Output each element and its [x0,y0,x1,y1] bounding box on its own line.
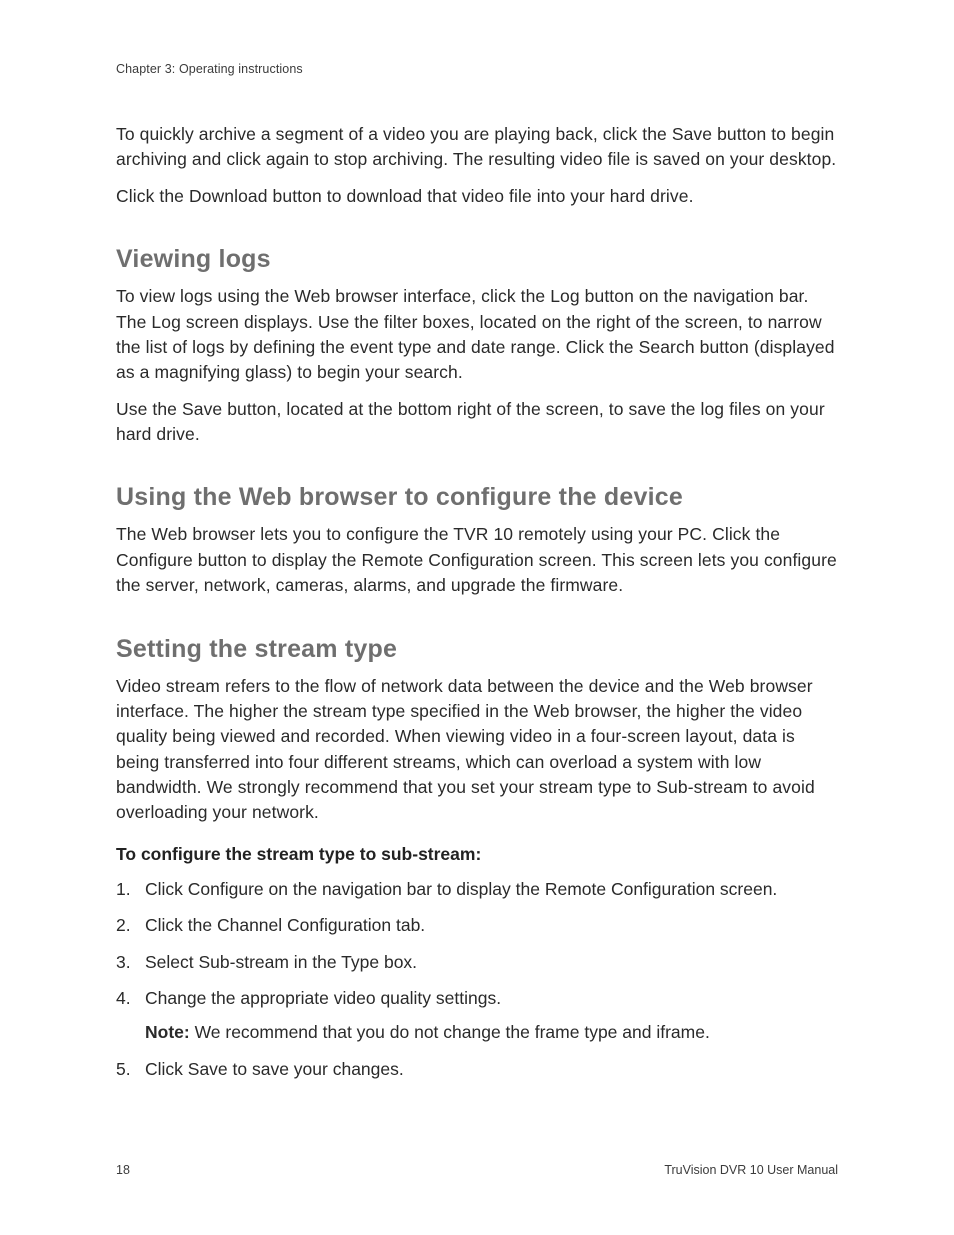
step-4-text: Change the appropriate video quality set… [145,988,501,1008]
intro-paragraph-2: Click the Download button to download th… [116,184,838,209]
page-footer: 18 TruVision DVR 10 User Manual [116,1163,838,1177]
step-2: Click the Channel Configuration tab. [116,913,838,938]
section-heading-viewing-logs: Viewing logs [116,245,838,274]
section-heading-stream-type: Setting the stream type [116,635,838,664]
note-text: We recommend that you do not change the … [190,1022,710,1042]
chapter-header: Chapter 3: Operating instructions [116,62,838,76]
procedure-title: To configure the stream type to sub-stre… [116,844,838,865]
note-label: Note: [145,1022,190,1042]
step-3: Select Sub-stream in the Type box. [116,950,838,975]
step-4-note: Note: We recommend that you do not chang… [145,1020,838,1045]
intro-paragraph-1: To quickly archive a segment of a video … [116,122,838,173]
manual-title: TruVision DVR 10 User Manual [664,1163,838,1177]
viewing-logs-paragraph-1: To view logs using the Web browser inter… [116,284,838,386]
stream-type-paragraph-1: Video stream refers to the flow of netwo… [116,674,838,826]
step-5: Click Save to save your changes. [116,1057,838,1082]
procedure-steps: Click Configure on the navigation bar to… [116,877,838,1082]
viewing-logs-paragraph-2: Use the Save button, located at the bott… [116,397,838,448]
document-page: Chapter 3: Operating instructions To qui… [0,0,954,1235]
web-config-paragraph-1: The Web browser lets you to configure th… [116,522,838,598]
section-heading-web-config: Using the Web browser to configure the d… [116,483,838,512]
step-4: Change the appropriate video quality set… [116,986,838,1046]
step-1: Click Configure on the navigation bar to… [116,877,838,902]
page-number: 18 [116,1163,130,1177]
